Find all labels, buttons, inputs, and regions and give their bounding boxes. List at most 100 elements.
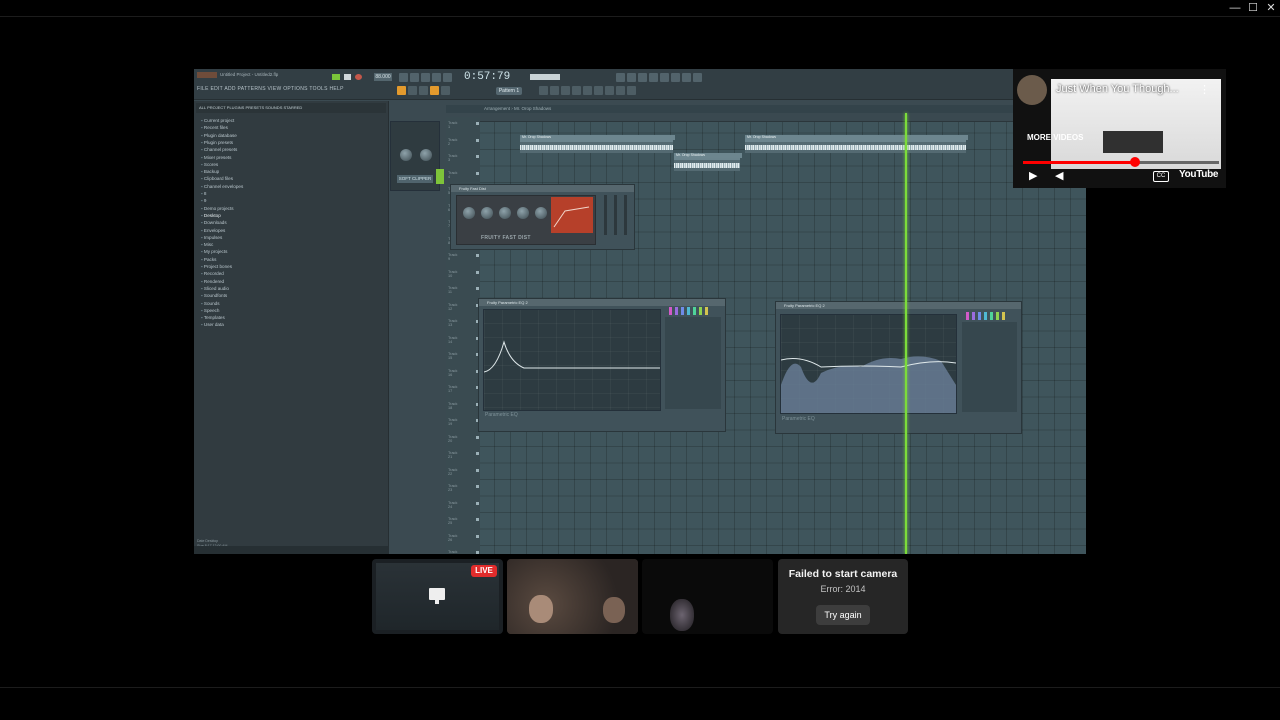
track-label[interactable]: Track 14	[448, 336, 457, 344]
video-title[interactable]: Just When You Though...	[1056, 83, 1179, 95]
browser-item[interactable]: Packs	[201, 257, 217, 262]
tool-icon[interactable]	[627, 86, 636, 95]
band-bar[interactable]	[681, 307, 684, 315]
track-label[interactable]: Track 10	[448, 270, 457, 278]
band-bar[interactable]	[978, 312, 981, 320]
tool-icon[interactable]	[550, 86, 559, 95]
band-bar[interactable]	[705, 307, 708, 315]
browser-item[interactable]: Project bones	[201, 264, 232, 269]
browser-item[interactable]: Templates	[201, 315, 225, 320]
tool-icon[interactable]	[561, 86, 570, 95]
track-label[interactable]: Track 16	[448, 369, 457, 377]
master-volume[interactable]	[530, 74, 560, 80]
tool-icon[interactable]	[410, 73, 419, 82]
tool-icon[interactable]	[419, 86, 428, 95]
youtube-logo[interactable]: YouTube	[1179, 169, 1219, 180]
webcam-tile[interactable]	[507, 559, 638, 634]
browser-item[interactable]: Downloads	[201, 220, 227, 225]
audio-clip[interactable]	[674, 158, 740, 171]
browser-item[interactable]: 8	[201, 191, 207, 196]
tool-icon[interactable]	[572, 86, 581, 95]
track-arrow-icon[interactable]	[476, 501, 479, 505]
track-arrow-icon[interactable]	[476, 452, 479, 455]
browser-item[interactable]: Channel presets	[201, 147, 237, 152]
volume-icon[interactable]: ◀	[1055, 169, 1063, 182]
close-button[interactable]: ✕	[1260, 0, 1280, 16]
track-arrow-icon[interactable]	[476, 468, 479, 472]
play-button[interactable]	[332, 74, 340, 80]
browser-item[interactable]: Impulses	[201, 235, 222, 240]
audio-clip[interactable]	[745, 140, 966, 153]
band-bar[interactable]	[669, 307, 672, 315]
tool-icon[interactable]	[443, 73, 452, 82]
channel-avatar[interactable]	[1017, 75, 1047, 105]
pattern-selector[interactable]: Pattern 1	[496, 87, 522, 95]
track-arrow-icon[interactable]	[476, 254, 479, 257]
tool-icon[interactable]	[594, 86, 603, 95]
track-label[interactable]: Track 27	[448, 550, 457, 554]
track-label[interactable]: Track 13	[448, 319, 457, 327]
tool-icon[interactable]	[605, 86, 614, 95]
tool-icon[interactable]	[616, 86, 625, 95]
track-arrow-icon[interactable]	[476, 485, 479, 488]
tool-icon[interactable]	[616, 73, 625, 82]
browser-item[interactable]: Sounds	[201, 301, 220, 306]
track-arrow-icon[interactable]	[476, 435, 479, 439]
track-label[interactable]: Track 21	[448, 451, 457, 459]
track-label[interactable]: Track 3	[448, 154, 457, 162]
tool-icon[interactable]	[399, 73, 408, 82]
parametric-eq-window-a[interactable]: Fruity Parametric EQ 2 Parametric EQ	[478, 298, 726, 432]
mix-knob[interactable]	[517, 207, 529, 219]
track-label[interactable]: Track 20	[448, 435, 457, 443]
tool-icon[interactable]	[432, 73, 441, 82]
tool-icon[interactable]	[660, 73, 669, 82]
browser-item[interactable]: Recorded	[201, 271, 224, 276]
track-arrow-icon[interactable]	[476, 518, 479, 521]
tool-icon[interactable]	[627, 73, 636, 82]
track-label[interactable]: Track 26	[448, 534, 457, 542]
track-label[interactable]: Track 12	[448, 303, 457, 311]
timeline-ruler[interactable]	[480, 113, 1086, 122]
band-bar[interactable]	[675, 307, 678, 315]
tool-icon[interactable]	[408, 86, 417, 95]
browser-item[interactable]: Envelopes	[201, 228, 225, 233]
track-arrow-icon[interactable]	[476, 138, 479, 142]
more-icon[interactable]: ⋮	[1199, 83, 1210, 96]
more-videos-label[interactable]: MORE VIDEOS	[1027, 133, 1083, 142]
browser-item[interactable]: Recent files	[201, 125, 228, 130]
soft-clipper-button[interactable]: SOFT CLIPPER	[397, 175, 433, 183]
track-label[interactable]: Track 24	[448, 501, 457, 509]
band-bar[interactable]	[990, 312, 993, 320]
track-label[interactable]: Track 1	[448, 121, 457, 129]
progress-scrubber[interactable]	[1129, 157, 1140, 167]
browser-item[interactable]: User data	[201, 322, 224, 327]
browser-item[interactable]: Plugin presets	[201, 140, 233, 145]
band-bar[interactable]	[984, 312, 987, 320]
type-knob[interactable]	[499, 207, 511, 219]
browser-item[interactable]: Mixer presets	[201, 155, 232, 160]
tool-icon[interactable]	[682, 73, 691, 82]
browser-item[interactable]: Clipboard files	[201, 176, 233, 181]
track-label[interactable]: Track 2	[448, 138, 457, 146]
track-label[interactable]: Track 15	[448, 352, 457, 360]
eq-band-faders[interactable]	[962, 322, 1017, 412]
band-bar[interactable]	[693, 307, 696, 315]
track-label[interactable]: Track 23	[448, 484, 457, 492]
knob[interactable]	[420, 149, 432, 161]
fader[interactable]	[604, 195, 607, 235]
browser-item[interactable]: Current project	[201, 118, 234, 123]
track-label[interactable]: Track 4	[448, 171, 457, 179]
fader[interactable]	[614, 195, 617, 235]
track-arrow-icon[interactable]	[476, 155, 479, 158]
youtube-embed[interactable]: Just When You Though... ⋮ MORE VIDEOS ▶ …	[1013, 69, 1226, 188]
track-label[interactable]: Track 9	[448, 253, 457, 261]
eq-graph[interactable]	[780, 314, 957, 414]
parametric-eq-window-b[interactable]: Fruity Parametric EQ 2 Parametric EQ	[775, 301, 1022, 434]
eq-band-faders[interactable]	[665, 317, 721, 409]
eq-graph[interactable]	[483, 309, 661, 411]
track-label[interactable]: Track 11	[448, 286, 457, 294]
track-arrow-icon[interactable]	[476, 122, 479, 125]
audio-clip[interactable]	[520, 140, 673, 153]
browser-item[interactable]: 9	[201, 198, 207, 203]
snap-icon[interactable]	[397, 86, 406, 95]
